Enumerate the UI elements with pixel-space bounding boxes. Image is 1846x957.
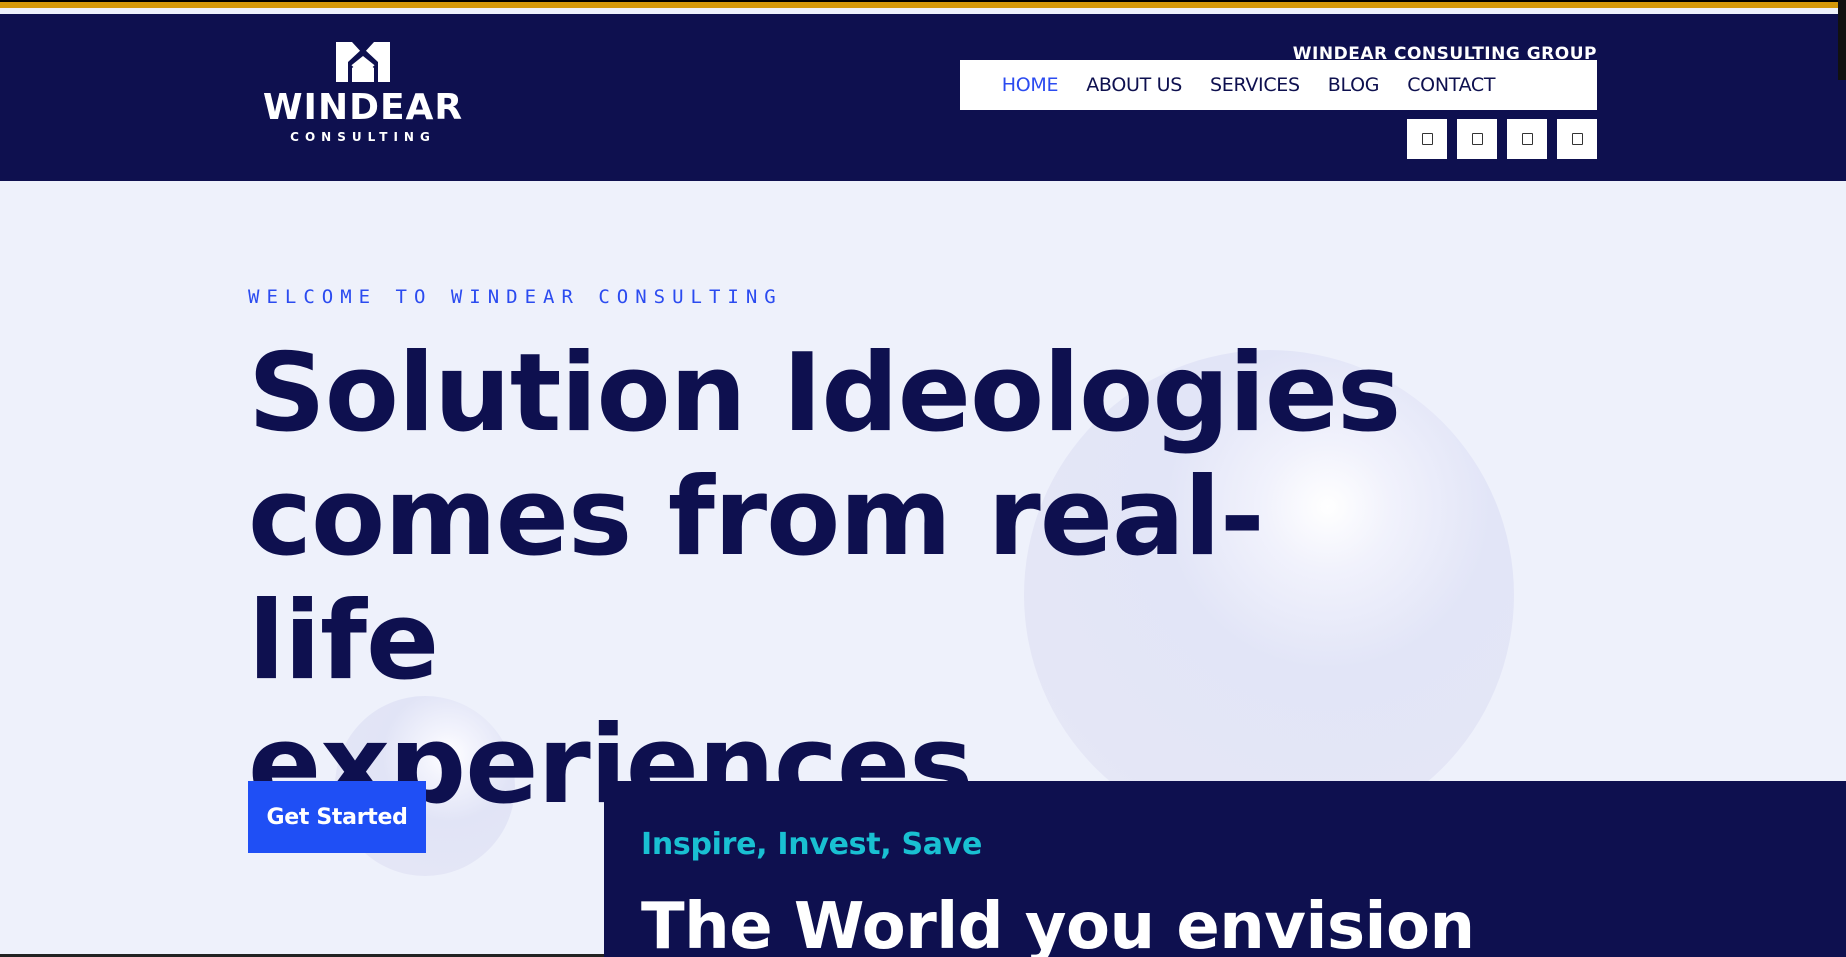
social-icon-2 bbox=[1471, 133, 1483, 145]
hero-title: Solution Ideologies comes from real-life… bbox=[248, 332, 1448, 828]
hero-title-line-1: Solution Ideologies bbox=[248, 331, 1401, 456]
site-header: WINDEAR CONSULTING WINDEAR CONSULTING GR… bbox=[0, 14, 1846, 181]
top-accent-stripe bbox=[0, 0, 1846, 8]
get-started-button[interactable]: Get Started bbox=[248, 781, 426, 853]
nav-contact[interactable]: CONTACT bbox=[1407, 74, 1495, 96]
scrollbar-edge bbox=[1838, 0, 1846, 80]
social-button-4[interactable] bbox=[1557, 119, 1597, 159]
social-icon-3 bbox=[1521, 133, 1533, 145]
logo-subtitle: CONSULTING bbox=[290, 130, 436, 144]
windear-crown-logo-icon bbox=[336, 42, 390, 82]
panel-tagline: Inspire, Invest, Save bbox=[641, 827, 983, 862]
nav-about-us[interactable]: ABOUT US bbox=[1086, 74, 1182, 96]
social-button-2[interactable] bbox=[1457, 119, 1497, 159]
panel-heading: The World you envision bbox=[641, 890, 1475, 957]
feature-panel: Inspire, Invest, Save The World you envi… bbox=[604, 781, 1846, 957]
social-links bbox=[1407, 119, 1597, 159]
page: WINDEAR CONSULTING WINDEAR CONSULTING GR… bbox=[0, 0, 1846, 957]
hero-title-line-2: comes from real-life bbox=[248, 455, 1265, 704]
nav-services[interactable]: SERVICES bbox=[1210, 74, 1300, 96]
logo[interactable]: WINDEAR CONSULTING bbox=[248, 38, 478, 158]
logo-wordmark: WINDEAR bbox=[262, 87, 464, 128]
social-icon-4 bbox=[1571, 133, 1583, 145]
social-icon-1 bbox=[1421, 133, 1433, 145]
hero-eyebrow: WELCOME TO WINDEAR CONSULTING bbox=[248, 286, 783, 308]
social-button-3[interactable] bbox=[1507, 119, 1547, 159]
social-button-1[interactable] bbox=[1407, 119, 1447, 159]
nav-blog[interactable]: BLOG bbox=[1328, 74, 1380, 96]
main-nav: HOME ABOUT US SERVICES BLOG CONTACT bbox=[960, 60, 1597, 110]
nav-home[interactable]: HOME bbox=[1002, 74, 1059, 96]
